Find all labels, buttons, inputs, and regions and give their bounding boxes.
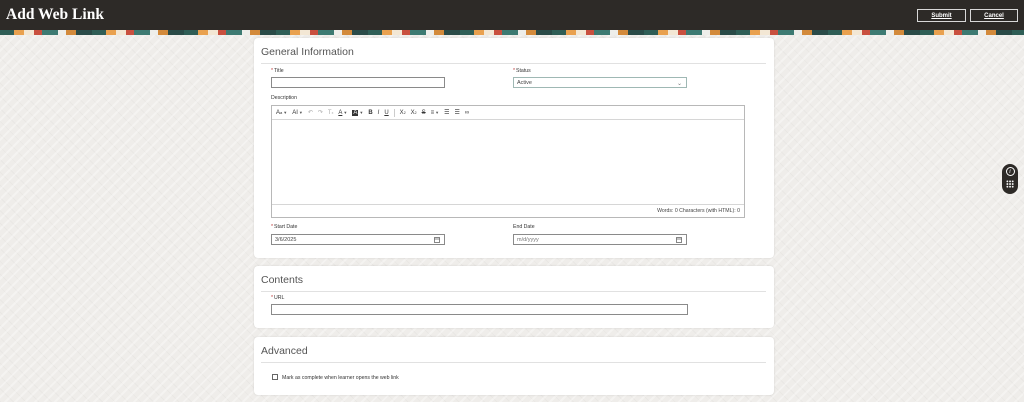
subscript-icon[interactable]: X2 [400, 110, 406, 116]
page-title: Add Web Link [6, 6, 104, 23]
end-date-input[interactable]: m/d/yyyy [513, 234, 687, 245]
end-date-label: End Date [513, 224, 535, 230]
superscript-icon[interactable]: X2 [411, 110, 417, 116]
section-title-contents: Contents [261, 274, 304, 286]
section-divider [261, 291, 766, 292]
link-icon[interactable]: ∞ [465, 110, 469, 116]
strikethrough-icon[interactable]: S [422, 110, 426, 116]
end-date-placeholder: m/d/yyyy [517, 236, 539, 243]
mark-complete-checkbox[interactable] [272, 374, 278, 380]
highlight-color-icon[interactable]: A ▼ [352, 109, 363, 116]
start-date-value: 3/6/2025 [275, 236, 297, 243]
status-selected-value: Active [517, 79, 532, 86]
url-label: *URL [271, 295, 285, 301]
description-label: Description [271, 95, 297, 101]
start-date-input[interactable]: 3/6/2025 [271, 234, 445, 245]
apps-grid-icon[interactable] [1006, 180, 1014, 188]
chevron-down-icon: ⌄ [676, 81, 682, 87]
start-date-label: *Start Date [271, 224, 298, 230]
redo-icon[interactable]: ↷ [318, 109, 323, 116]
toolbar-divider [393, 108, 395, 117]
bullet-list-icon[interactable]: ☰ [455, 109, 460, 116]
url-input[interactable] [271, 304, 688, 315]
bold-icon[interactable]: B [368, 110, 372, 116]
description-editor[interactable]: Aa ▼ AI ▼ ↶ ↷ Tx A ▼ A ▼ B I U X2 X2 S ≡ ▼ ☰ … [271, 105, 745, 218]
advanced-section: Advanced Mark as complete when learner o… [254, 337, 774, 395]
decorative-banner [0, 30, 1024, 35]
general-information-section: General Information *Title *Status Activ… [254, 38, 774, 258]
section-title-advanced: Advanced [261, 345, 308, 357]
clear-format-icon[interactable]: Tx [328, 110, 333, 116]
italic-icon[interactable]: I [378, 110, 380, 116]
undo-icon[interactable]: ↶ [308, 109, 313, 116]
app-header: Add Web Link Submit Cancel [0, 0, 1024, 30]
submit-button[interactable]: Submit [917, 9, 966, 22]
font-size-icon[interactable]: Aa ▼ [276, 110, 287, 116]
numbered-list-icon[interactable]: ☰ [444, 109, 449, 116]
section-divider [261, 362, 766, 363]
status-select[interactable]: Active ⌄ [513, 77, 687, 88]
font-color-icon[interactable]: A ▼ [338, 110, 347, 116]
status-label: *Status [513, 68, 531, 74]
editor-toolbar: Aa ▼ AI ▼ ↶ ↷ Tx A ▼ A ▼ B I U X2 X2 S ≡ ▼ ☰ … [272, 106, 744, 120]
calendar-icon[interactable] [434, 237, 441, 243]
underline-icon[interactable]: U [384, 110, 388, 116]
font-family-icon[interactable]: AI ▼ [292, 110, 303, 116]
section-divider [261, 63, 766, 64]
cancel-button[interactable]: Cancel [970, 9, 1018, 22]
contents-section: Contents *URL [254, 266, 774, 328]
title-input[interactable] [271, 77, 445, 88]
calendar-icon[interactable] [676, 237, 683, 243]
section-title-general: General Information [261, 46, 354, 58]
title-label: *Title [271, 68, 284, 74]
mark-complete-label: Mark as complete when learner opens the … [282, 375, 399, 381]
info-icon[interactable]: i [1005, 167, 1015, 176]
floating-help-panel: i [1002, 164, 1018, 194]
align-icon[interactable]: ≡ ▼ [431, 110, 439, 116]
editor-word-count: Words: 0 Characters (with HTML): 0 [272, 204, 744, 217]
